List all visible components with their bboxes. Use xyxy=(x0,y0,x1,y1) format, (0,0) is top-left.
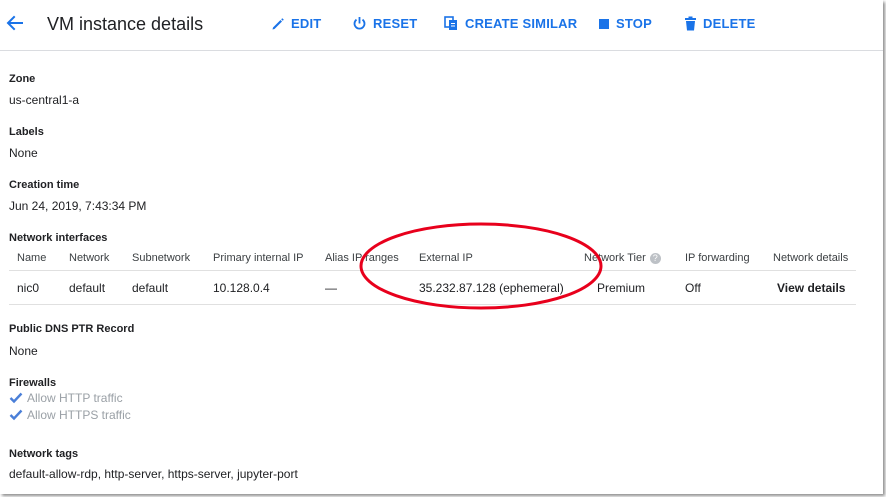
stop-button[interactable]: STOP xyxy=(598,16,652,31)
labels-value: None xyxy=(9,146,38,160)
table-cell: Premium xyxy=(597,281,646,295)
column-header: External IP xyxy=(419,252,473,264)
firewall-https-label: Allow HTTPS traffic xyxy=(27,408,131,422)
column-header: Network xyxy=(69,252,110,264)
back-arrow-icon[interactable] xyxy=(5,13,25,33)
table-divider xyxy=(9,304,856,305)
table-cell: — xyxy=(325,281,337,295)
trash-icon xyxy=(685,16,696,31)
edit-button[interactable]: EDIT xyxy=(271,16,321,31)
network-tier-header: Network Tier? xyxy=(584,252,661,264)
view-details-link[interactable]: View details xyxy=(777,281,845,295)
creation-time-value: Jun 24, 2019, 7:43:34 PM xyxy=(9,199,147,213)
table-cell: default xyxy=(132,281,169,295)
creation-time-label: Creation time xyxy=(9,179,80,191)
table-cell: 10.128.0.4 xyxy=(213,281,270,295)
column-header: Network details xyxy=(773,252,849,264)
labels-label: Labels xyxy=(9,126,44,138)
column-header: Subnetwork xyxy=(132,252,191,264)
stop-icon xyxy=(599,18,609,29)
external-ip-highlight-ellipse xyxy=(359,222,603,310)
stop-label: STOP xyxy=(616,16,652,31)
zone-label: Zone xyxy=(9,73,36,85)
network-tags-label: Network tags xyxy=(9,448,79,460)
table-cell: default xyxy=(69,281,106,295)
external-ip-cell: 35.232.87.128 (ephemeral) xyxy=(419,281,564,295)
page-frame: VM instance details EDIT RESET CREATE SI xyxy=(0,0,883,494)
edit-label: EDIT xyxy=(291,16,322,31)
column-header: Primary internal IP xyxy=(213,252,304,264)
delete-label: DELETE xyxy=(703,16,756,31)
firewall-http-checkbox[interactable]: Allow HTTP traffic xyxy=(9,391,123,405)
network-tags-value: default-allow-rdp, http-server, https-se… xyxy=(9,467,298,481)
pencil-icon xyxy=(272,17,284,29)
power-icon xyxy=(353,17,366,30)
table-cell: nic0 xyxy=(17,281,40,295)
table-cell: Off xyxy=(685,281,701,295)
reset-label: RESET xyxy=(373,16,418,31)
table-divider xyxy=(9,270,856,271)
header-bar: VM instance details EDIT RESET CREATE SI xyxy=(0,0,883,51)
column-header: Name xyxy=(17,252,47,264)
delete-button[interactable]: DELETE xyxy=(684,16,755,31)
firewall-http-label: Allow HTTP traffic xyxy=(27,391,123,405)
network-interfaces-label: Network interfaces xyxy=(9,232,108,244)
copy-document-icon xyxy=(444,16,457,30)
page-title: VM instance details xyxy=(47,14,204,34)
checkmark-icon xyxy=(9,392,23,404)
create-similar-button[interactable]: CREATE SIMILAR xyxy=(444,16,577,31)
column-header: Alias IP ranges xyxy=(325,252,399,264)
create-similar-label: CREATE SIMILAR xyxy=(465,16,578,31)
firewalls-label: Firewalls xyxy=(9,377,57,389)
firewall-https-checkbox[interactable]: Allow HTTPS traffic xyxy=(9,408,131,422)
zone-value: us-central1-a xyxy=(9,93,80,107)
reset-button[interactable]: RESET xyxy=(352,16,417,31)
checkmark-icon xyxy=(9,409,23,421)
help-icon[interactable]: ? xyxy=(649,252,661,264)
dns-value: None xyxy=(9,344,38,358)
dns-label: Public DNS PTR Record xyxy=(9,323,135,335)
column-header: IP forwarding xyxy=(685,252,750,264)
column-header-label: Network Tier xyxy=(584,252,646,264)
